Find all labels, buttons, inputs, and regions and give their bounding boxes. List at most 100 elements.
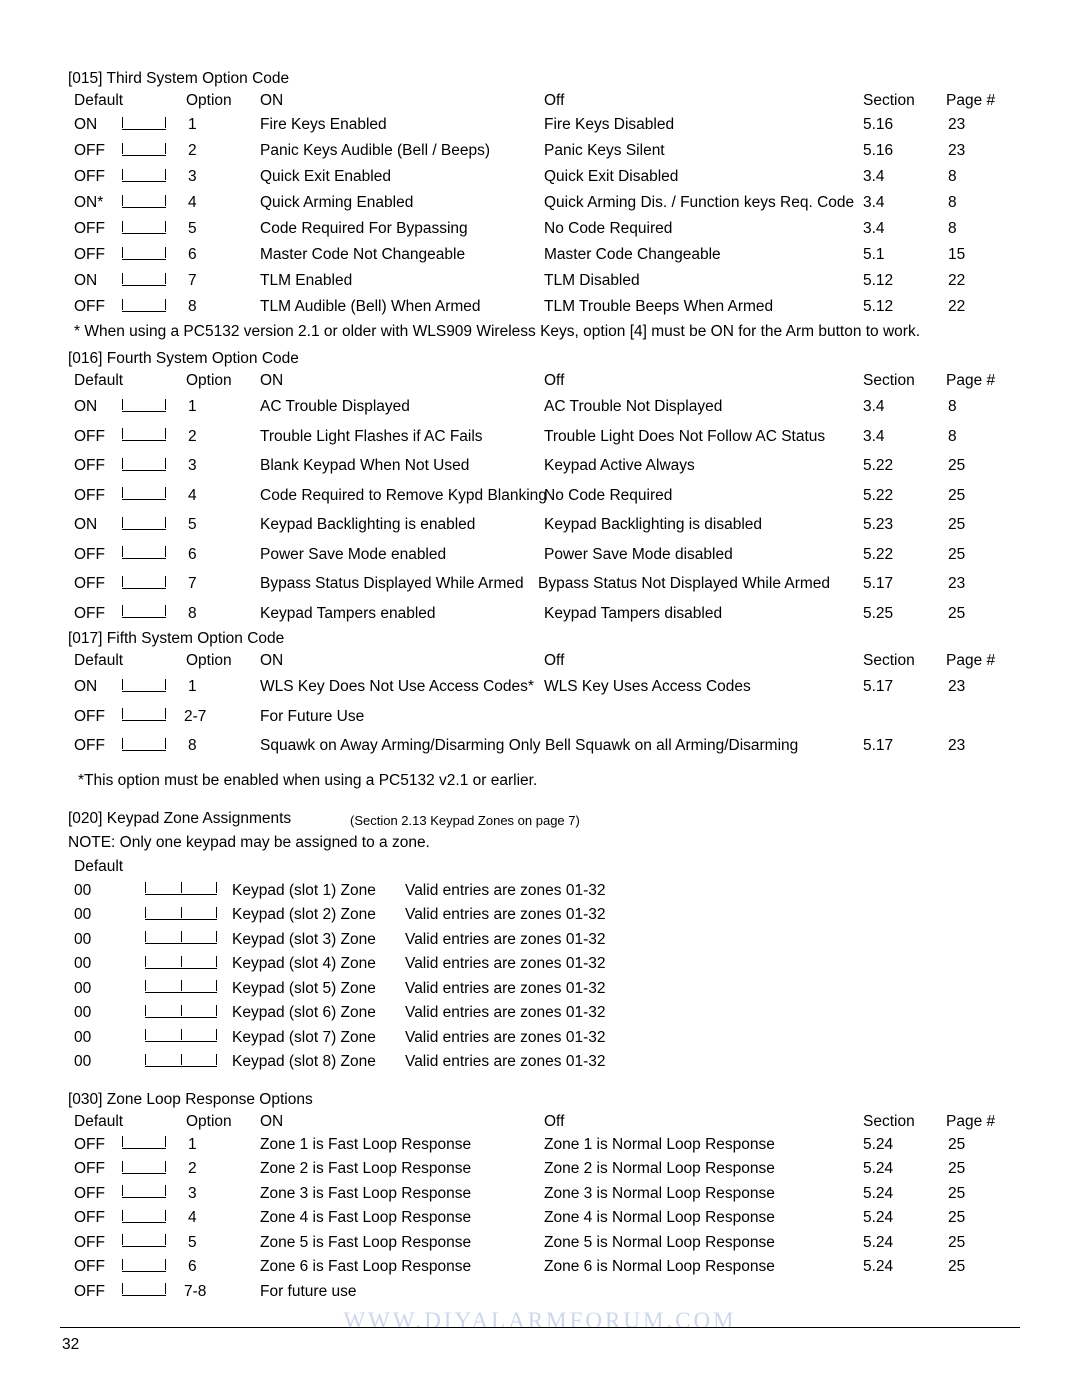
row-option: 3 — [188, 168, 197, 185]
table-row: OFF 8 Squawk on Away Arming/Disarming On… — [60, 731, 1020, 761]
option-checkbox[interactable] — [122, 1206, 166, 1231]
row-on-text: Code Required to Remove Kypd Blanking — [260, 486, 547, 504]
option-checkbox[interactable] — [122, 1231, 166, 1256]
table-row: OFF 2 Panic Keys Audible (Bell / Beeps) … — [60, 138, 1020, 164]
keypad-zone-entry-box[interactable] — [145, 1001, 217, 1026]
row-option: 2 — [188, 1160, 197, 1177]
section-020-title: [020] Keypad Zone Assignments — [68, 809, 292, 827]
header-section: Section — [863, 652, 915, 669]
section-020: [020] Keypad Zone Assignments (Section 2… — [60, 807, 1020, 1075]
option-checkbox[interactable] — [122, 540, 166, 570]
option-checkbox[interactable] — [122, 164, 166, 190]
keypad-zone-row: 00 Keypad (slot 4) Zone Valid entries ar… — [60, 952, 1020, 977]
option-checkbox[interactable] — [122, 138, 166, 164]
row-off-text: Master Code Changeable — [544, 246, 721, 263]
row-on-text: Master Code Not Changeable — [260, 246, 466, 263]
option-checkbox[interactable] — [122, 190, 166, 216]
row-default: OFF — [74, 298, 105, 315]
document-page: [015] Third System Option Code Default O… — [0, 0, 1080, 1397]
option-checkbox[interactable] — [122, 599, 166, 629]
section-020-default-label: Default — [74, 857, 124, 875]
option-checkbox[interactable] — [122, 1157, 166, 1182]
section-015-header: Default Option ON Off Section Page # — [60, 90, 1020, 112]
keypad-zone-entry-box[interactable] — [145, 1026, 217, 1051]
row-on-text: Power Save Mode enabled — [260, 545, 447, 563]
row-on-text: Trouble Light Flashes if AC Fails — [260, 427, 483, 445]
option-checkbox[interactable] — [122, 702, 166, 732]
row-on-text: Keypad Tampers enabled — [260, 604, 436, 622]
option-checkbox[interactable] — [122, 422, 166, 452]
row-section: 5.22 — [863, 457, 894, 474]
option-checkbox[interactable] — [122, 242, 166, 268]
row-off-text: Zone 2 is Normal Loop Response — [544, 1160, 775, 1177]
section-016-header: Default Option ON Off Section Page # — [60, 370, 1020, 392]
header-off: Off — [544, 372, 565, 389]
row-on-text: For Future Use — [260, 707, 365, 725]
section-030-title: [030] Zone Loop Response Options — [68, 1090, 313, 1108]
keypad-zone-row: 00 Keypad (slot 8) Zone Valid entries ar… — [60, 1050, 1020, 1075]
option-checkbox[interactable] — [122, 1182, 166, 1207]
option-checkbox[interactable] — [122, 216, 166, 242]
row-off-text: Zone 3 is Normal Loop Response — [544, 1184, 775, 1202]
row-default: OFF — [74, 575, 105, 592]
row-section: 5.24 — [863, 1209, 894, 1226]
option-checkbox[interactable] — [122, 392, 166, 422]
keypad-zone-row: 00 Keypad (slot 5) Zone Valid entries ar… — [60, 977, 1020, 1002]
row-off-text: Bell Squawk on all Arming/Disarming — [545, 737, 799, 754]
row-default: OFF — [74, 246, 105, 263]
row-default: OFF — [74, 457, 105, 474]
keypad-zone-default: 00 — [74, 906, 92, 923]
row-on-text: Zone 5 is Fast Loop Response — [260, 1233, 472, 1251]
option-checkbox[interactable] — [122, 569, 166, 599]
option-checkbox[interactable] — [122, 481, 166, 511]
option-checkbox[interactable] — [122, 294, 166, 320]
row-option: 4 — [188, 194, 197, 211]
option-checkbox[interactable] — [122, 672, 166, 702]
row-default: OFF — [74, 1160, 105, 1177]
option-checkbox[interactable] — [122, 1133, 166, 1158]
row-off-text: Zone 5 is Normal Loop Response — [544, 1233, 775, 1251]
header-default: Default — [74, 652, 124, 669]
row-on-text: Quick Exit Enabled — [260, 168, 391, 185]
row-option: 8 — [188, 298, 197, 315]
keypad-zone-default: 00 — [74, 930, 92, 948]
keypad-zone-row: 00 Keypad (slot 2) Zone Valid entries ar… — [60, 903, 1020, 928]
option-checkbox[interactable] — [122, 510, 166, 540]
header-option: Option — [186, 372, 232, 389]
keypad-zone-entry-box[interactable] — [145, 1050, 217, 1075]
section-030-header: Default Option ON Off Section Page # — [60, 1111, 1020, 1133]
header-section: Section — [863, 92, 915, 109]
keypad-zone-default: 00 — [74, 955, 92, 972]
row-off-text: Keypad Active Always — [544, 457, 695, 474]
row-default: OFF — [74, 604, 105, 622]
row-page: 22 — [948, 272, 966, 289]
option-checkbox[interactable] — [122, 1255, 166, 1280]
option-checkbox[interactable] — [122, 451, 166, 481]
table-row: OFF 7 Bypass Status Displayed While Arme… — [60, 569, 1020, 599]
row-section: 3.4 — [863, 427, 885, 445]
header-page: Page # — [946, 372, 996, 389]
row-off-text: Power Save Mode disabled — [544, 545, 733, 563]
keypad-zone-entry-box[interactable] — [145, 977, 217, 1002]
option-checkbox[interactable] — [122, 112, 166, 138]
header-option: Option — [186, 652, 232, 669]
row-page: 23 — [948, 116, 966, 133]
keypad-zone-entry-box[interactable] — [145, 879, 217, 904]
option-checkbox[interactable] — [122, 1280, 166, 1305]
option-checkbox[interactable] — [122, 268, 166, 294]
header-page: Page # — [946, 1112, 996, 1130]
option-checkbox[interactable] — [122, 731, 166, 761]
header-off: Off — [544, 1112, 565, 1130]
row-off-text: No Code Required — [544, 220, 673, 237]
table-row: ON 7 TLM Enabled TLM Disabled 5.12 22 — [60, 268, 1020, 294]
row-on-text: TLM Enabled — [260, 272, 353, 289]
keypad-zone-entry-box[interactable] — [145, 928, 217, 953]
keypad-zone-default: 00 — [74, 1028, 92, 1046]
row-page: 23 — [948, 142, 966, 159]
row-section: 5.24 — [863, 1135, 894, 1153]
table-row: ON 1 Fire Keys Enabled Fire Keys Disable… — [60, 112, 1020, 138]
keypad-zone-entry-box[interactable] — [145, 903, 217, 928]
row-section: 5.12 — [863, 298, 894, 315]
keypad-zone-entry-box[interactable] — [145, 952, 217, 977]
row-default: ON — [74, 678, 98, 695]
